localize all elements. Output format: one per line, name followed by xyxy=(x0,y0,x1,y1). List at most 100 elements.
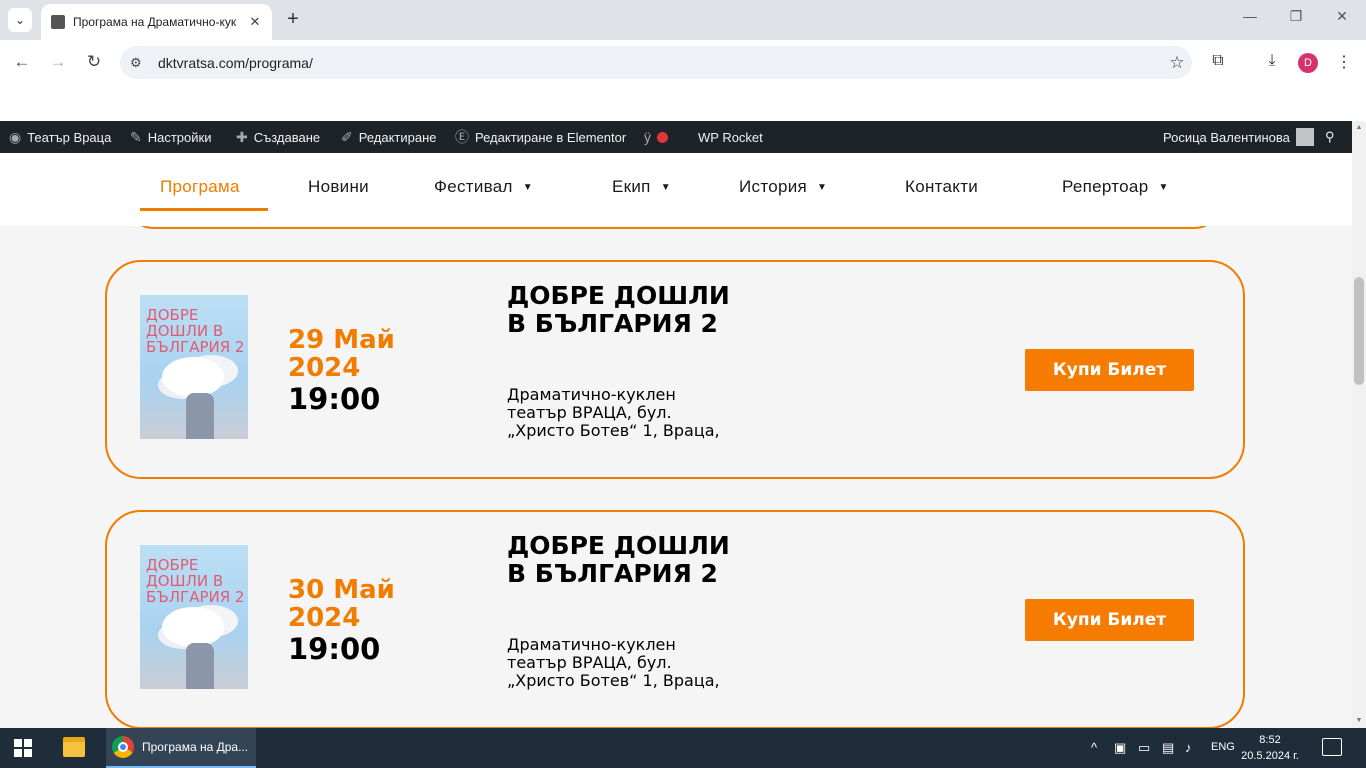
page-content: Програма Новини Фестивал ▼ Екип ▼ История ▼… xyxy=(0,153,1352,728)
taskbar-chrome-window[interactable]: Програма на Дра... xyxy=(106,728,256,768)
wp-elementor-label: Редактиране в Elementor xyxy=(475,129,627,145)
windows-taskbar: Програма на Дра... ^ ▣ ▭ ▤ ♪ ENG 8:52 20… xyxy=(0,728,1366,768)
poster-cloud-graphic xyxy=(162,607,224,647)
tab-search-chevron-icon[interactable]: ⌄ xyxy=(8,8,32,32)
scroll-down-arrow-icon[interactable]: ▼ xyxy=(1352,714,1366,728)
event-time: 19:00 xyxy=(288,382,381,416)
tray-app-icon[interactable]: ▣ xyxy=(1114,740,1126,756)
nav-item-repertoar[interactable]: Репертоар ▼ xyxy=(1062,177,1169,197)
page-scrollbar[interactable]: ▲ ▼ xyxy=(1352,121,1366,728)
plus-icon: ✚ xyxy=(236,128,248,145)
event-time: 19:00 xyxy=(288,632,381,666)
nav-item-ekip-label: Екип xyxy=(612,177,651,196)
poster-person-graphic xyxy=(186,393,214,439)
reload-icon[interactable]: ↻ xyxy=(83,52,105,72)
bookmarks-area xyxy=(0,85,1366,121)
notifications-icon[interactable] xyxy=(1322,738,1342,756)
wp-site-link[interactable]: ◉ Театър Враца xyxy=(9,121,111,153)
address-url[interactable]: dktvratsa.com/programa/ xyxy=(158,55,1162,71)
tab-title: Програма на Драматично-кук xyxy=(73,15,237,29)
nav-item-programa[interactable]: Програма xyxy=(160,177,240,197)
extensions-puzzle-icon[interactable]: ⧉ xyxy=(1206,52,1230,70)
wp-create-link[interactable]: ✚ Създаване xyxy=(236,121,320,153)
wp-search-icon[interactable]: ⚲ xyxy=(1325,121,1335,153)
wp-seo-link[interactable]: ÿ xyxy=(644,121,668,153)
tray-overflow-chevron-icon[interactable]: ^ xyxy=(1091,740,1097,755)
browser-toolbar: ← → ↻ ⚙ dktvratsa.com/programa/ ☆ ⧉ ⤓ ⋮ xyxy=(0,40,1366,85)
pencil-icon: ✐ xyxy=(341,128,353,145)
event-title[interactable]: ДОБРЕ ДОШЛИ В БЪЛГАРИЯ 2 xyxy=(507,282,737,338)
caret-down-icon: ▼ xyxy=(522,182,533,194)
address-bar[interactable]: ⚙ dktvratsa.com/programa/ ☆ xyxy=(120,46,1192,79)
poster-title: ДОБРЕ ДОШЛИ В БЪЛГАРИЯ 2 xyxy=(146,306,245,356)
wp-elementor-link[interactable]: Ⓔ Редактиране в Elementor xyxy=(455,121,626,153)
seo-status-dot xyxy=(657,131,668,143)
windows-start-icon[interactable] xyxy=(14,739,32,757)
nav-item-novini[interactable]: Новини xyxy=(308,177,369,197)
nav-item-kontakti[interactable]: Контакти xyxy=(905,177,978,197)
caret-down-icon: ▼ xyxy=(817,182,828,194)
browser-tab-strip: ⌄ Програма на Драматично-кук ✕ + — ❐ ✕ xyxy=(0,0,1366,40)
elementor-icon: Ⓔ xyxy=(455,129,469,145)
tab-close-icon[interactable]: ✕ xyxy=(246,14,264,30)
download-icon[interactable]: ⤓ xyxy=(1260,52,1284,70)
event-card: ДОБРЕ ДОШЛИ В БЪЛГАРИЯ 2 30 Май 2024 19:… xyxy=(105,510,1245,728)
user-avatar xyxy=(1295,128,1314,146)
volume-icon[interactable]: ♪ xyxy=(1185,740,1192,755)
dashboard-gauge-icon: ◉ xyxy=(9,128,22,145)
clock-time: 8:52 xyxy=(1259,734,1281,746)
event-poster[interactable]: ДОБРЕ ДОШЛИ В БЪЛГАРИЯ 2 xyxy=(140,295,248,439)
event-card: ДОБРЕ ДОШЛИ В БЪЛГАРИЯ 2 29 Май 2024 19:… xyxy=(105,260,1245,479)
restore-icon[interactable]: ❐ xyxy=(1284,8,1308,25)
buy-ticket-button[interactable]: Купи Билет xyxy=(1025,599,1194,641)
taskbar-clock[interactable]: 8:52 20.5.2024 г. xyxy=(1240,732,1300,764)
back-arrow-icon[interactable]: ← xyxy=(11,52,33,72)
wp-create-label: Създаване xyxy=(253,129,321,145)
buy-ticket-button[interactable]: Купи Билет xyxy=(1025,349,1194,391)
yoast-icon: ÿ xyxy=(644,129,651,145)
caret-down-icon: ▼ xyxy=(660,182,671,194)
poster-person-graphic xyxy=(186,643,214,689)
wp-user-name: Росица Валентинова xyxy=(1163,129,1290,145)
wp-settings-label: Настройки xyxy=(147,129,212,145)
wp-user-menu[interactable]: Росица Валентинова xyxy=(1163,121,1314,153)
event-venue: Драматично-куклен театър ВРАЦА, бул. „Хр… xyxy=(507,385,720,440)
bookmark-star-icon[interactable]: ☆ xyxy=(1162,53,1192,73)
wp-admin-bar: ◉ Театър Враца ✎ Настройки ✚ Създаване ✐… xyxy=(0,121,1352,153)
clock-date: 20.5.2024 г. xyxy=(1241,750,1299,762)
window-close-icon[interactable]: ✕ xyxy=(1330,8,1354,25)
poster-title: ДОБРЕ ДОШЛИ В БЪЛГАРИЯ 2 xyxy=(146,556,245,606)
forward-arrow-icon[interactable]: → xyxy=(47,52,69,72)
brush-icon: ✎ xyxy=(130,128,142,145)
new-tab-plus-icon[interactable]: + xyxy=(282,8,304,31)
browser-tab-active[interactable]: Програма на Драматично-кук ✕ xyxy=(41,4,272,40)
profile-avatar[interactable]: D xyxy=(1298,53,1318,73)
event-poster[interactable]: ДОБРЕ ДОШЛИ В БЪЛГАРИЯ 2 xyxy=(140,545,248,689)
wp-site-name: Театър Враца xyxy=(27,129,112,145)
wp-rocket-link[interactable]: WP Rocket xyxy=(698,121,763,153)
nav-item-festival[interactable]: Фестивал ▼ xyxy=(434,177,533,197)
nav-item-repertoar-label: Репертоар xyxy=(1062,177,1149,196)
event-title[interactable]: ДОБРЕ ДОШЛИ В БЪЛГАРИЯ 2 xyxy=(507,532,737,588)
scroll-up-arrow-icon[interactable]: ▲ xyxy=(1352,121,1366,135)
nav-item-ekip[interactable]: Екип ▼ xyxy=(612,177,671,197)
file-explorer-icon[interactable] xyxy=(63,737,85,757)
taskbar-window-title: Програма на Дра... xyxy=(142,740,249,754)
wp-rocket-label: WP Rocket xyxy=(698,129,763,145)
chrome-logo-icon xyxy=(112,736,134,758)
menu-kebab-icon[interactable]: ⋮ xyxy=(1332,52,1356,72)
nav-item-istoria[interactable]: История ▼ xyxy=(739,177,827,197)
nav-item-istoria-label: История xyxy=(739,177,808,196)
language-indicator[interactable]: ENG xyxy=(1211,741,1235,753)
wp-edit-link[interactable]: ✐ Редактиране xyxy=(341,121,437,153)
minimize-icon[interactable]: — xyxy=(1238,8,1262,24)
network-icon[interactable]: ▤ xyxy=(1162,740,1174,756)
poster-cloud-graphic xyxy=(162,357,224,397)
wp-settings-link[interactable]: ✎ Настройки xyxy=(130,121,211,153)
site-favicon-icon xyxy=(51,15,65,29)
event-date: 29 Май 2024 xyxy=(288,325,395,383)
battery-icon[interactable]: ▭ xyxy=(1138,740,1150,756)
scrollbar-thumb[interactable] xyxy=(1354,277,1364,385)
main-navigation: Програма Новини Фестивал ▼ Екип ▼ История ▼… xyxy=(0,153,1352,226)
site-info-icon[interactable]: ⚙ xyxy=(130,55,152,71)
